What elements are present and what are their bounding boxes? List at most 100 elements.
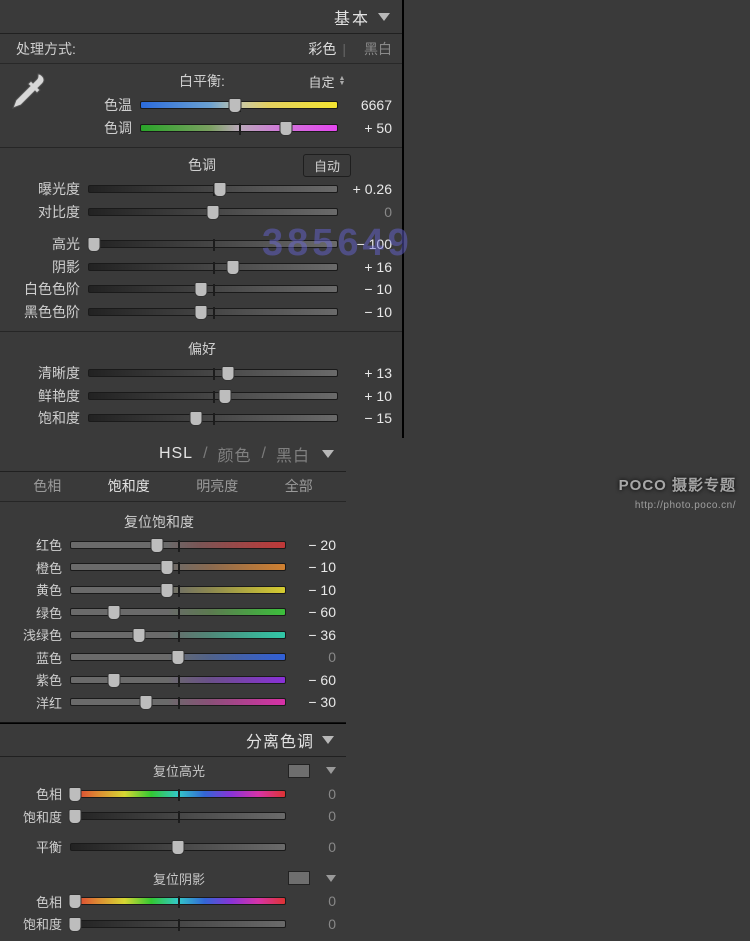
slider-value[interactable]: + 50	[338, 120, 392, 136]
slider-knob[interactable]	[219, 389, 232, 404]
slider-knob[interactable]	[189, 411, 202, 426]
slider-平衡[interactable]: 平衡0	[0, 836, 336, 859]
slider-knob[interactable]	[280, 121, 293, 136]
slider-track[interactable]	[88, 240, 338, 248]
slider-value[interactable]: + 13	[338, 365, 392, 381]
slider-track[interactable]	[70, 790, 286, 798]
subtab-all[interactable]: 全部	[285, 476, 313, 496]
slider-橙色[interactable]: 橙色− 10	[0, 556, 336, 579]
wb-preset-select[interactable]: 自定 ▲▼	[309, 72, 346, 91]
slider-value[interactable]: − 100	[338, 236, 392, 252]
slider-黑色色阶[interactable]: 黑色色阶− 10	[0, 301, 392, 324]
slider-对比度[interactable]: 对比度0	[0, 201, 392, 224]
slider-knob[interactable]	[221, 366, 234, 381]
slider-knob[interactable]	[87, 237, 100, 252]
slider-knob[interactable]	[69, 809, 82, 824]
slider-knob[interactable]	[161, 583, 174, 598]
slider-value[interactable]: 0	[286, 649, 336, 665]
slider-knob[interactable]	[139, 695, 152, 710]
collapse-icon[interactable]	[378, 13, 390, 21]
subtab-sat[interactable]: 饱和度	[108, 476, 150, 496]
slider-knob[interactable]	[194, 282, 207, 297]
slider-track[interactable]	[70, 541, 286, 549]
hsl-tab-color[interactable]: 颜色	[218, 442, 252, 466]
slider-value[interactable]: 0	[286, 786, 336, 802]
slider-track[interactable]	[88, 414, 338, 422]
hsl-tab-bw[interactable]: 黑白	[276, 442, 310, 466]
eyedropper-tool[interactable]	[4, 68, 52, 116]
slider-value[interactable]: − 60	[286, 604, 336, 620]
slider-value[interactable]: + 16	[338, 259, 392, 275]
slider-高光[interactable]: 高光− 100	[0, 233, 392, 256]
slider-鲜艳度[interactable]: 鲜艳度+ 10	[0, 385, 392, 408]
slider-track[interactable]	[70, 676, 286, 684]
treatment-bw[interactable]: 黑白	[364, 39, 392, 59]
slider-track[interactable]	[88, 285, 338, 293]
collapse-icon[interactable]	[322, 736, 334, 744]
slider-饱和度[interactable]: 饱和度0	[0, 913, 336, 936]
slider-白色色阶[interactable]: 白色色阶− 10	[0, 278, 392, 301]
slider-knob[interactable]	[150, 538, 163, 553]
slider-蓝色[interactable]: 蓝色0	[0, 646, 336, 669]
slider-value[interactable]: − 10	[338, 281, 392, 297]
collapse-icon[interactable]	[322, 450, 334, 458]
split-sh-reset[interactable]: 复位阴影	[0, 869, 278, 888]
slider-value[interactable]: 6667	[338, 97, 392, 113]
slider-色相[interactable]: 色相0	[0, 783, 336, 806]
auto-tone-button[interactable]: 自动	[303, 154, 351, 177]
slider-绿色[interactable]: 绿色− 60	[0, 601, 336, 624]
slider-value[interactable]: + 10	[338, 388, 392, 404]
slider-track[interactable]	[70, 563, 286, 571]
slider-knob[interactable]	[133, 628, 146, 643]
slider-value[interactable]: − 10	[286, 559, 336, 575]
slider-曝光度[interactable]: 曝光度+ 0.26	[0, 178, 392, 201]
slider-洋红[interactable]: 洋红− 30	[0, 691, 336, 714]
sh-color-swatch[interactable]	[288, 871, 310, 885]
slider-色调[interactable]: 色调+ 50	[52, 117, 392, 140]
slider-knob[interactable]	[226, 260, 239, 275]
slider-value[interactable]: 0	[286, 916, 336, 932]
slider-knob[interactable]	[161, 560, 174, 575]
slider-track[interactable]	[140, 101, 338, 109]
slider-value[interactable]: 0	[286, 893, 336, 909]
slider-track[interactable]	[70, 897, 286, 905]
slider-knob[interactable]	[214, 182, 227, 197]
slider-knob[interactable]	[207, 205, 220, 220]
slider-track[interactable]	[70, 843, 286, 851]
hsl-tab-hsl[interactable]: HSL	[159, 445, 193, 463]
slider-track[interactable]	[140, 124, 338, 132]
slider-knob[interactable]	[172, 840, 185, 855]
slider-knob[interactable]	[69, 917, 82, 932]
subtab-lum[interactable]: 明亮度	[196, 476, 238, 496]
slider-track[interactable]	[70, 812, 286, 820]
slider-track[interactable]	[88, 392, 338, 400]
slider-track[interactable]	[88, 208, 338, 216]
slider-track[interactable]	[70, 586, 286, 594]
slider-value[interactable]: 0	[286, 808, 336, 824]
slider-value[interactable]: − 30	[286, 694, 336, 710]
slider-knob[interactable]	[194, 305, 207, 320]
slider-value[interactable]: − 36	[286, 627, 336, 643]
slider-紫色[interactable]: 紫色− 60	[0, 669, 336, 692]
hl-color-swatch[interactable]	[288, 764, 310, 778]
split-tone-header[interactable]: 分离色调	[0, 723, 346, 757]
slider-knob[interactable]	[229, 98, 242, 113]
slider-value[interactable]: − 15	[338, 410, 392, 426]
slider-value[interactable]: − 10	[286, 582, 336, 598]
slider-value[interactable]: − 10	[338, 304, 392, 320]
slider-浅绿色[interactable]: 浅绿色− 36	[0, 624, 336, 647]
slider-value[interactable]: 0	[338, 204, 392, 220]
slider-清晰度[interactable]: 清晰度+ 13	[0, 362, 392, 385]
hsl-panel-header[interactable]: HSL / 颜色 / 黑白	[0, 438, 346, 472]
treatment-color[interactable]: 彩色	[308, 39, 336, 59]
slider-track[interactable]	[70, 631, 286, 639]
slider-knob[interactable]	[107, 605, 120, 620]
basic-panel-header[interactable]: 基本	[0, 0, 402, 34]
slider-阴影[interactable]: 阴影+ 16	[0, 256, 392, 279]
slider-value[interactable]: − 20	[286, 537, 336, 553]
slider-track[interactable]	[88, 185, 338, 193]
slider-knob[interactable]	[69, 787, 82, 802]
slider-track[interactable]	[70, 920, 286, 928]
slider-track[interactable]	[88, 308, 338, 316]
slider-track[interactable]	[88, 369, 338, 377]
